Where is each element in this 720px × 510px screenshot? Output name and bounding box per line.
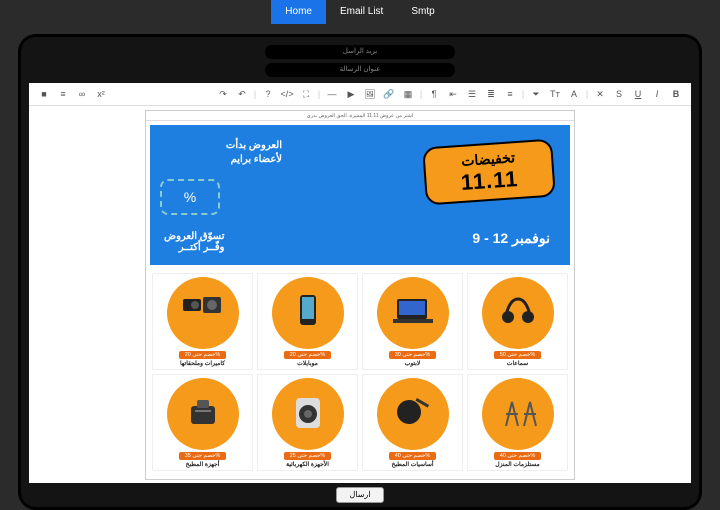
bold-icon[interactable]: B: [667, 86, 685, 102]
category-card[interactable]: خصم حتى 40%مستلزمات المنزل: [467, 374, 568, 471]
separator-icon: |: [584, 86, 590, 102]
category-image: [272, 277, 344, 349]
category-label: سماعات: [507, 360, 528, 367]
discount-badge: خصم حتى 50%: [494, 351, 542, 359]
category-label: موبايلات: [297, 360, 318, 367]
ordered-list-icon[interactable]: ≣: [482, 86, 500, 102]
prime-line-1: العروض بدأت: [162, 139, 282, 153]
percent-icon: %: [160, 179, 220, 215]
nav-email-list[interactable]: Email List: [326, 0, 397, 24]
underline-icon[interactable]: U: [629, 86, 647, 102]
category-image: [482, 277, 554, 349]
nav-smtp[interactable]: Smtp: [397, 0, 448, 24]
discount-badge: خصم حتى 40%: [389, 452, 437, 460]
top-nav: Home Email List Smtp: [0, 0, 720, 24]
category-image: [377, 277, 449, 349]
indent-icon[interactable]: ⇤: [444, 86, 462, 102]
promo-dates: 9 - 12 نوفمبر: [472, 230, 550, 247]
discount-badge: خصم حتى 20%: [284, 351, 332, 359]
rich-text-editor: B I U S ✕ | A TT ⏷ | ≡ ≣ ☰ ⇤ ¶ | ▦ 🔗 🖼 ▶…: [29, 83, 691, 483]
discount-badge: خصم حتى 35%: [179, 452, 227, 460]
subject-input[interactable]: عنوان الرسالة: [265, 63, 455, 77]
math-icon[interactable]: x²: [92, 86, 110, 102]
help-icon[interactable]: ?: [259, 86, 277, 102]
editor-content[interactable]: اشتر من عروض 11.11 المميزة، الحق العروض …: [29, 106, 691, 483]
prime-line-2: لأعضاء برايم: [162, 153, 282, 167]
category-image: [482, 378, 554, 450]
nav-home[interactable]: Home: [271, 0, 326, 24]
image-icon[interactable]: 🖼: [361, 86, 379, 102]
font-family-icon[interactable]: ⏷: [527, 86, 545, 102]
code-icon[interactable]: </>: [278, 86, 296, 102]
category-image: [272, 378, 344, 450]
cta-line-2: وفّــر أكتــر: [164, 242, 225, 253]
link-icon[interactable]: 🔗: [380, 86, 398, 102]
prime-block: العروض بدأت لأعضاء برايم: [162, 139, 282, 167]
promo-badge: تخفيضات 11.11: [422, 139, 556, 206]
category-card[interactable]: خصم حتى 50%سماعات: [467, 273, 568, 370]
font-size-icon[interactable]: TT: [546, 86, 564, 102]
video-icon[interactable]: ▶: [342, 86, 360, 102]
category-card[interactable]: خصم حتى 20%كاميرات وملحقاتها: [152, 273, 253, 370]
source-icon[interactable]: ≡: [54, 86, 72, 102]
recipient-input[interactable]: بريد الراسل: [265, 45, 455, 59]
align-icon[interactable]: ☰: [463, 86, 481, 102]
fullscreen-icon[interactable]: ⛶: [297, 86, 315, 102]
category-card[interactable]: خصم حتى 30%لابتوب: [362, 273, 463, 370]
separator-icon: |: [520, 86, 526, 102]
category-image: [167, 378, 239, 450]
camera-icon[interactable]: ■: [35, 86, 53, 102]
category-card[interactable]: خصم حتى 35%أجهزة المطبخ: [152, 374, 253, 471]
promo-banner: العروض بدأت لأعضاء برايم % تسوّق العروض …: [150, 125, 570, 265]
cta-line-1: تسوّق العروض: [164, 231, 225, 242]
promo-line-2: 11.11: [460, 166, 519, 196]
symbol-icon[interactable]: ∞: [73, 86, 91, 102]
app-stage: بريد الراسل عنوان الرسالة B I U S ✕ | A …: [18, 34, 702, 510]
editor-toolbar: B I U S ✕ | A TT ⏷ | ≡ ≣ ☰ ⇤ ¶ | ▦ 🔗 🖼 ▶…: [29, 83, 691, 106]
italic-icon[interactable]: I: [648, 86, 666, 102]
category-label: مستلزمات المنزل: [495, 461, 539, 468]
eraser-icon[interactable]: ✕: [591, 86, 609, 102]
hr-icon[interactable]: —: [323, 86, 341, 102]
category-grid: خصم حتى 20%كاميرات وملحقاتهاخصم حتى 20%م…: [146, 269, 574, 479]
category-image: [167, 277, 239, 349]
category-card[interactable]: خصم حتى 40%أساسيات المطبخ: [362, 374, 463, 471]
undo-icon[interactable]: ↶: [233, 86, 251, 102]
email-page: اشتر من عروض 11.11 المميزة، الحق العروض …: [145, 110, 575, 480]
category-card[interactable]: خصم حتى 25%الأجهزة الكهربائية: [257, 374, 358, 471]
paragraph-icon[interactable]: ¶: [425, 86, 443, 102]
unordered-list-icon[interactable]: ≡: [501, 86, 519, 102]
prime-cta: تسوّق العروض وفّــر أكتــر: [164, 231, 225, 253]
category-label: أساسيات المطبخ: [391, 461, 433, 468]
discount-badge: خصم حتى 20%: [179, 351, 227, 359]
font-color-icon[interactable]: A: [565, 86, 583, 102]
page-title: اشتر من عروض 11.11 المميزة، الحق العروض …: [146, 111, 574, 121]
discount-badge: خصم حتى 40%: [494, 452, 542, 460]
category-label: الأجهزة الكهربائية: [286, 461, 329, 468]
category-label: أجهزة المطبخ: [186, 461, 220, 468]
separator-icon: |: [316, 86, 322, 102]
category-label: لابتوب: [405, 360, 421, 367]
separator-icon: |: [418, 86, 424, 102]
discount-badge: خصم حتى 30%: [389, 351, 437, 359]
redo-icon[interactable]: ↷: [214, 86, 232, 102]
strike-icon[interactable]: S: [610, 86, 628, 102]
table-icon[interactable]: ▦: [399, 86, 417, 102]
category-card[interactable]: خصم حتى 20%موبايلات: [257, 273, 358, 370]
discount-badge: خصم حتى 25%: [284, 452, 332, 460]
category-label: كاميرات وملحقاتها: [180, 360, 225, 367]
send-button[interactable]: ارسال: [336, 487, 384, 503]
category-image: [377, 378, 449, 450]
separator-icon: |: [252, 86, 258, 102]
